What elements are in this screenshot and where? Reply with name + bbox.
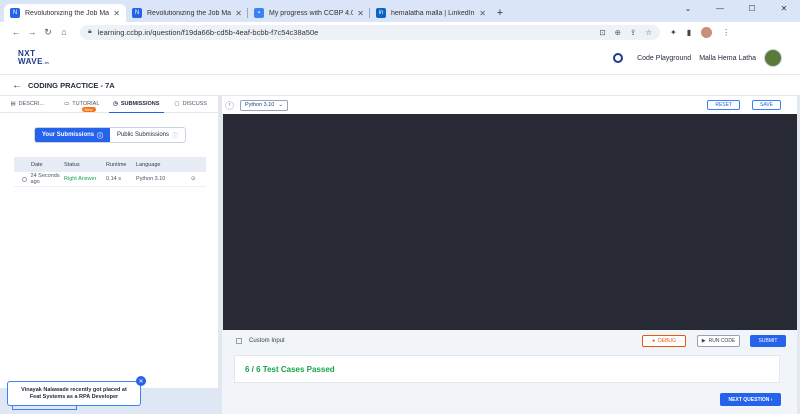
submit-button[interactable]: SUBMIT: [750, 334, 786, 347]
tab-close-icon[interactable]: ✕: [113, 9, 120, 18]
test-result-text: 6 / 6 Test Cases Passed: [245, 364, 335, 374]
tab-description[interactable]: ▤ DESCRI...: [0, 96, 55, 113]
radio-icon[interactable]: [22, 176, 27, 182]
description-icon: ▤: [10, 101, 16, 107]
breadcrumb: ← CODING PRACTICE - 7A: [0, 75, 800, 96]
chat-icon: ▢: [174, 101, 180, 107]
browser-tab-2[interactable]: N Revolutionizing the Job Market | ✕: [126, 4, 248, 22]
browser-tab-3[interactable]: ▪ My progress with CCBP 4.0 Acad ✕: [248, 4, 370, 22]
tab-favicon-icon: in: [376, 8, 386, 18]
tab-favicon-icon: N: [10, 8, 20, 18]
your-submissions-button[interactable]: Your Submissions ⓘ: [35, 128, 110, 142]
custom-input-checkbox[interactable]: [236, 337, 242, 344]
install-icon[interactable]: ⊡: [599, 28, 605, 37]
tab-close-icon[interactable]: ✕: [235, 9, 242, 18]
tab-favicon-icon: N: [132, 8, 142, 18]
back-icon[interactable]: ←: [8, 27, 24, 37]
sidepanel-icon[interactable]: ▮: [687, 28, 691, 37]
back-arrow-icon[interactable]: ←: [12, 80, 22, 91]
new-badge: New: [81, 106, 96, 112]
extensions-icon[interactable]: ✦: [670, 28, 677, 37]
close-window-icon[interactable]: ✕: [768, 0, 800, 16]
info-icon: ⓘ: [172, 133, 179, 140]
avatar[interactable]: [764, 49, 782, 67]
maximize-icon[interactable]: ☐: [736, 0, 768, 16]
tab-submissions[interactable]: ◷ SUBMISSIONS: [109, 96, 164, 113]
editor-toolbar: ‹ Python 3.10 ⌄ RESET SAVE: [222, 96, 800, 114]
bug-icon: ●: [652, 337, 656, 344]
tutorial-icon: ▭: [64, 101, 70, 107]
browser-tab-1[interactable]: N Revolutionizing the Job Market | ✕: [4, 4, 126, 22]
run-controls: Custom Input ● DEBUG ▶ RUN CODE SUBMIT: [222, 330, 800, 351]
home-icon[interactable]: ⌂: [56, 27, 72, 37]
chevron-right-icon: ›: [770, 396, 773, 403]
table-row[interactable]: 24 Seconds ago Right Answer 0.14 s Pytho…: [14, 172, 206, 187]
reload-icon[interactable]: ↻: [40, 27, 56, 38]
code-playground-link[interactable]: Code Playground: [637, 55, 691, 62]
collapse-chevron-icon[interactable]: ‹: [225, 100, 234, 110]
page-title: CODING PRACTICE - 7A: [28, 80, 115, 90]
test-result-panel: 6 / 6 Test Cases Passed: [234, 355, 780, 383]
new-tab-button[interactable]: +: [492, 4, 508, 22]
tab-discuss[interactable]: ▢ DISCUSS: [164, 96, 219, 113]
left-tabs: ▤ DESCRI... ▭ TUTORIAL New ◷ SUBMISSIONS…: [0, 96, 218, 113]
browser-tab-4[interactable]: in hemalatha malla | LinkedIn ✕: [370, 4, 492, 22]
view-code-icon[interactable]: ⊙: [191, 176, 206, 182]
public-submissions-button[interactable]: Public Submissions ⓘ: [110, 128, 185, 142]
browser-tab-bar: N Revolutionizing the Job Market | ✕ N R…: [0, 0, 800, 22]
close-icon[interactable]: ✕: [136, 376, 146, 386]
code-editor[interactable]: [223, 114, 800, 330]
menu-icon[interactable]: ⋮: [722, 28, 730, 37]
tab-tutorial[interactable]: ▭ TUTORIAL New: [55, 96, 110, 113]
table-header: Date Status Runtime Language: [14, 157, 206, 172]
app-header: NXT WAVE.in Code Playground Malla Hema L…: [0, 42, 800, 75]
tab-favicon-icon: ▪: [254, 8, 264, 18]
custom-input-label: Custom Input: [249, 337, 285, 344]
profile-avatar[interactable]: [701, 26, 713, 38]
debug-button[interactable]: ● DEBUG: [642, 334, 686, 347]
play-icon: ▶: [701, 337, 706, 344]
share-icon[interactable]: ⇪: [630, 28, 636, 37]
submission-toggle: Your Submissions ⓘ Public Submissions ⓘ: [34, 127, 186, 143]
address-bar-row: ← → ↻ ⌂ 🔒︎ learning.ccbp.in/question/f19…: [0, 22, 800, 42]
reset-button[interactable]: RESET: [707, 100, 741, 110]
zoom-icon[interactable]: ⊕: [615, 28, 621, 37]
nxtwave-logo[interactable]: NXT WAVE.in: [18, 49, 49, 67]
forward-icon[interactable]: →: [24, 27, 40, 37]
submissions-table: Date Status Runtime Language 24 Seconds …: [14, 157, 206, 187]
tab-close-icon[interactable]: ✕: [479, 9, 486, 18]
save-button[interactable]: SAVE: [752, 100, 781, 110]
extensions-area: ✦ ▮ ⋮: [670, 26, 730, 38]
tab-close-icon[interactable]: ✕: [357, 9, 364, 18]
next-question-button[interactable]: NEXT QUESTION ›: [720, 393, 781, 406]
window-controls: ⌄ — ☐ ✕: [672, 0, 800, 16]
timer-icon[interactable]: [613, 53, 624, 63]
placement-toast: Vinayak Nalawade recently got placed at …: [7, 381, 141, 406]
bookmark-star-icon[interactable]: ☆: [645, 28, 652, 37]
lock-icon: 🔒︎: [88, 28, 92, 35]
chevron-down-icon: ⌄: [278, 102, 283, 108]
info-icon: ⓘ: [97, 133, 104, 140]
language-select[interactable]: Python 3.10 ⌄: [240, 99, 288, 111]
clock-icon: ◷: [113, 100, 118, 107]
minimize-icon[interactable]: —: [704, 0, 736, 16]
url-input[interactable]: 🔒︎ learning.ccbp.in/question/f19da66b-cd…: [80, 24, 660, 40]
bottom-pane: Custom Input ● DEBUG ▶ RUN CODE SUBMIT 6 /…: [222, 330, 800, 414]
tab-search-icon[interactable]: ⌄: [672, 0, 704, 16]
run-code-button[interactable]: ▶ RUN CODE: [697, 334, 740, 347]
left-pane: ▤ DESCRI... ▭ TUTORIAL New ◷ SUBMISSIONS…: [0, 96, 218, 388]
user-name[interactable]: Malla Hema Latha: [699, 55, 756, 62]
